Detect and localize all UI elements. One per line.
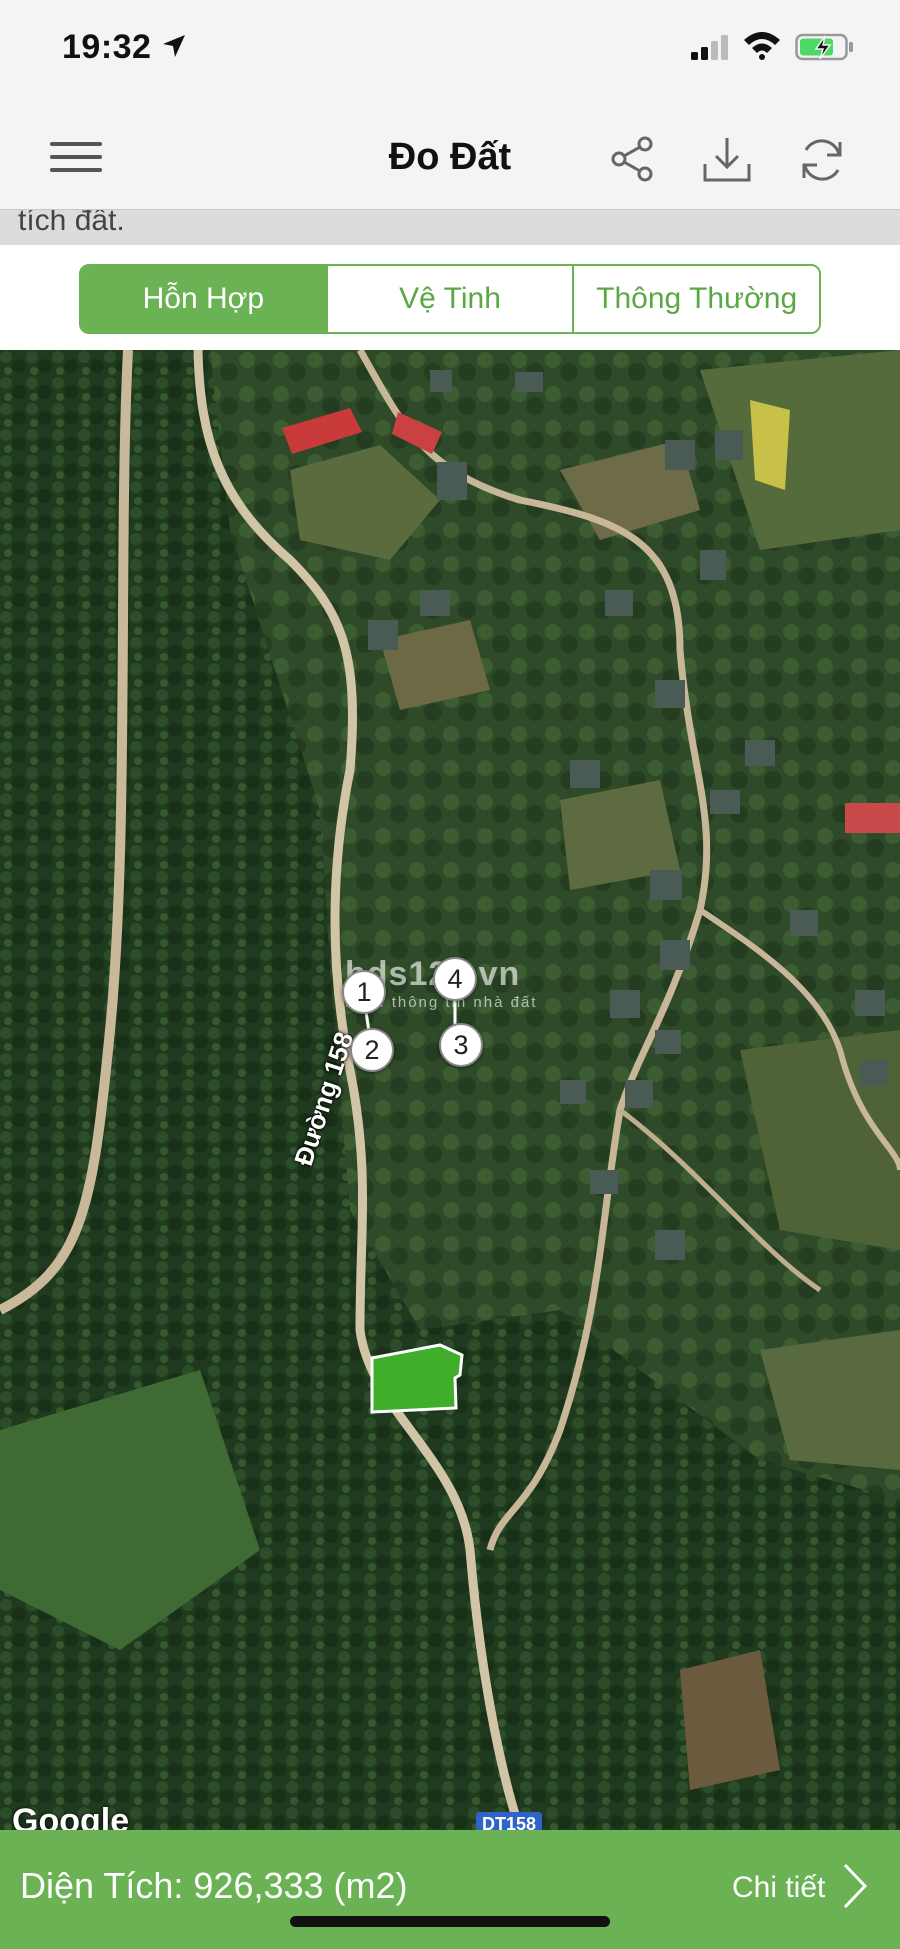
area-value: Diện Tích: 926,333 (m2) xyxy=(20,1865,408,1906)
google-attribution: Google xyxy=(12,1802,130,1830)
menu-icon-bar xyxy=(50,168,102,172)
plot-marker-4[interactable]: 4 xyxy=(433,957,477,1001)
plot-marker-1[interactable]: 1 xyxy=(342,970,386,1014)
chevron-right-icon xyxy=(839,1861,869,1916)
map-type-segmented-control: Hỗn Hợp Vệ Tinh Thông Thường xyxy=(79,264,821,334)
tab-hybrid[interactable]: Hỗn Hợp xyxy=(81,266,328,332)
download-icon[interactable] xyxy=(700,134,754,191)
battery-charging-icon xyxy=(795,32,855,67)
share-icon[interactable] xyxy=(607,134,657,189)
tab-satellite[interactable]: Vệ Tinh xyxy=(327,266,575,332)
refresh-icon[interactable] xyxy=(796,134,848,191)
page-title: Đo Đất xyxy=(388,136,512,178)
wifi-icon xyxy=(742,30,782,65)
nav-bar: Đo Đất xyxy=(0,100,900,210)
details-button[interactable]: Chi tiết xyxy=(732,1860,869,1916)
location-arrow-icon xyxy=(160,32,188,65)
plot-marker-2[interactable]: 2 xyxy=(350,1028,394,1072)
satellite-imagery xyxy=(0,350,900,1830)
details-label: Chi tiết xyxy=(732,1871,826,1904)
map-view[interactable]: Đường 158 bds123.vn kênh thông tin nhà đ… xyxy=(0,350,900,1830)
plot-marker-3[interactable]: 3 xyxy=(439,1023,483,1067)
route-shield: DT158 xyxy=(476,1812,543,1830)
menu-icon-bar xyxy=(50,142,102,146)
clipped-info-text: tích đất. xyxy=(18,210,125,237)
menu-icon-bar xyxy=(50,155,102,159)
area-summary-bar: Diện Tích: 926,333 (m2) Chi tiết xyxy=(0,1830,900,1949)
cellular-signal-icon xyxy=(690,34,732,65)
menu-button[interactable] xyxy=(50,142,102,174)
status-time: 19:32 xyxy=(62,28,152,66)
status-bar: 19:32 xyxy=(0,0,900,100)
clipped-info-strip: tích đất. xyxy=(0,210,900,245)
home-indicator xyxy=(290,1916,610,1927)
tab-normal[interactable]: Thông Thường xyxy=(574,266,819,332)
map-type-bar: Hỗn Hợp Vệ Tinh Thông Thường xyxy=(0,245,900,350)
